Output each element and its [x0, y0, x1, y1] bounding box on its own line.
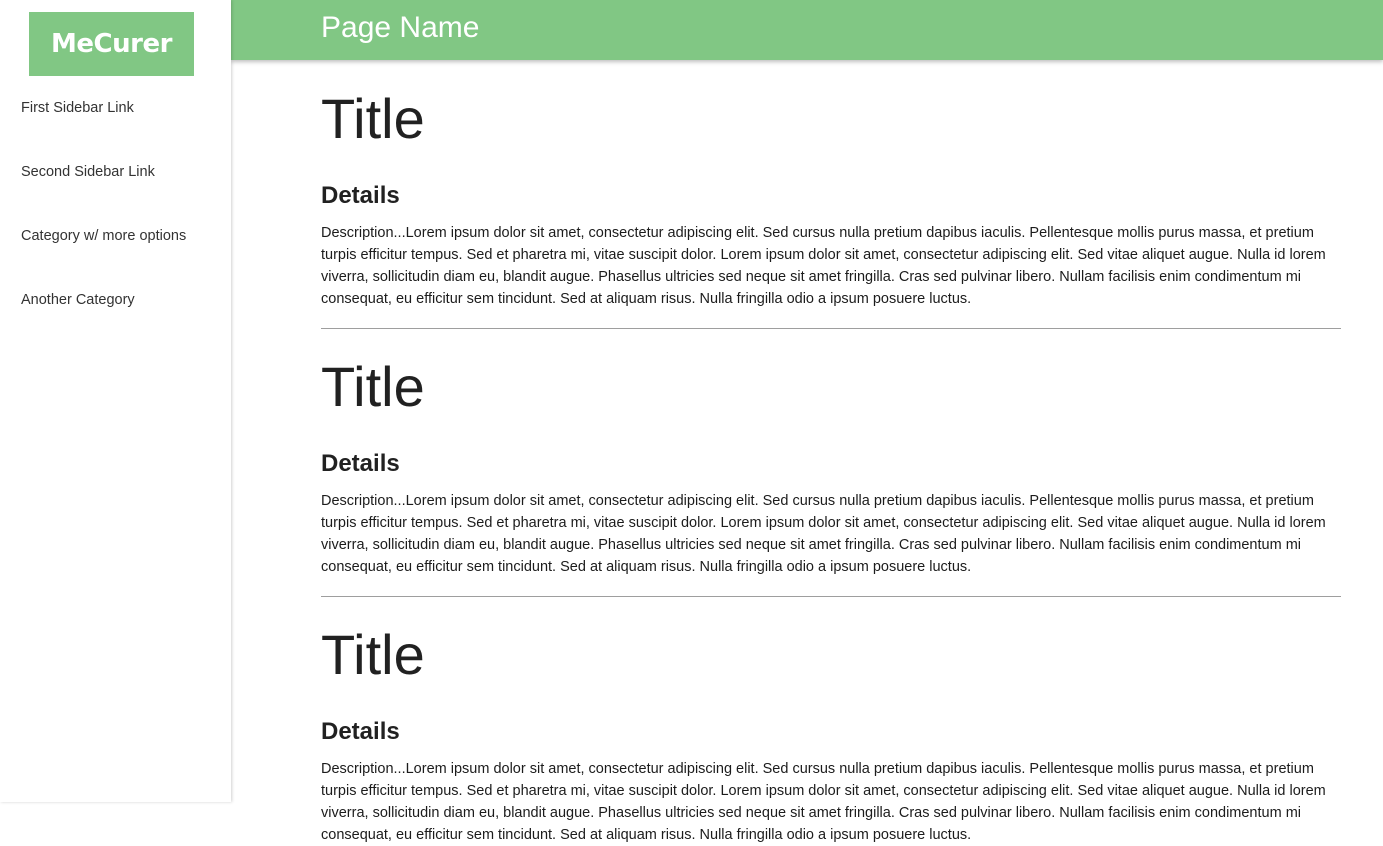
sidebar-item-second-link[interactable]: Second Sidebar Link [0, 140, 231, 204]
logo[interactable]: MeCurer [29, 12, 194, 76]
content-section: Title Details Description...Lorem ipsum … [321, 329, 1341, 597]
sidebar: MeCurer First Sidebar Link Second Sideba… [0, 0, 231, 802]
main-content: Title Details Description...Lorem ipsum … [321, 61, 1341, 846]
section-description: Description...Lorem ipsum dolor sit amet… [321, 761, 1326, 843]
page-title: Page Name [321, 11, 480, 44]
section-title: Title [321, 355, 425, 418]
section-details-heading: Details [321, 718, 400, 745]
section-details-heading: Details [321, 450, 400, 477]
sidebar-item-first-link[interactable]: First Sidebar Link [0, 76, 231, 140]
section-title: Title [321, 87, 425, 150]
top-app-bar: Page Name [231, 0, 1383, 60]
sidebar-item-category-more-options[interactable]: Category w/ more options [0, 204, 231, 268]
sidebar-nav: First Sidebar Link Second Sidebar Link C… [0, 76, 231, 332]
section-description: Description...Lorem ipsum dolor sit amet… [321, 493, 1326, 575]
content-section: Title Details Description...Lorem ipsum … [321, 597, 1341, 846]
section-title: Title [321, 623, 425, 686]
content-section: Title Details Description...Lorem ipsum … [321, 61, 1341, 329]
sidebar-item-another-category[interactable]: Another Category [0, 268, 231, 332]
section-details-heading: Details [321, 182, 400, 209]
section-description: Description...Lorem ipsum dolor sit amet… [321, 225, 1326, 307]
